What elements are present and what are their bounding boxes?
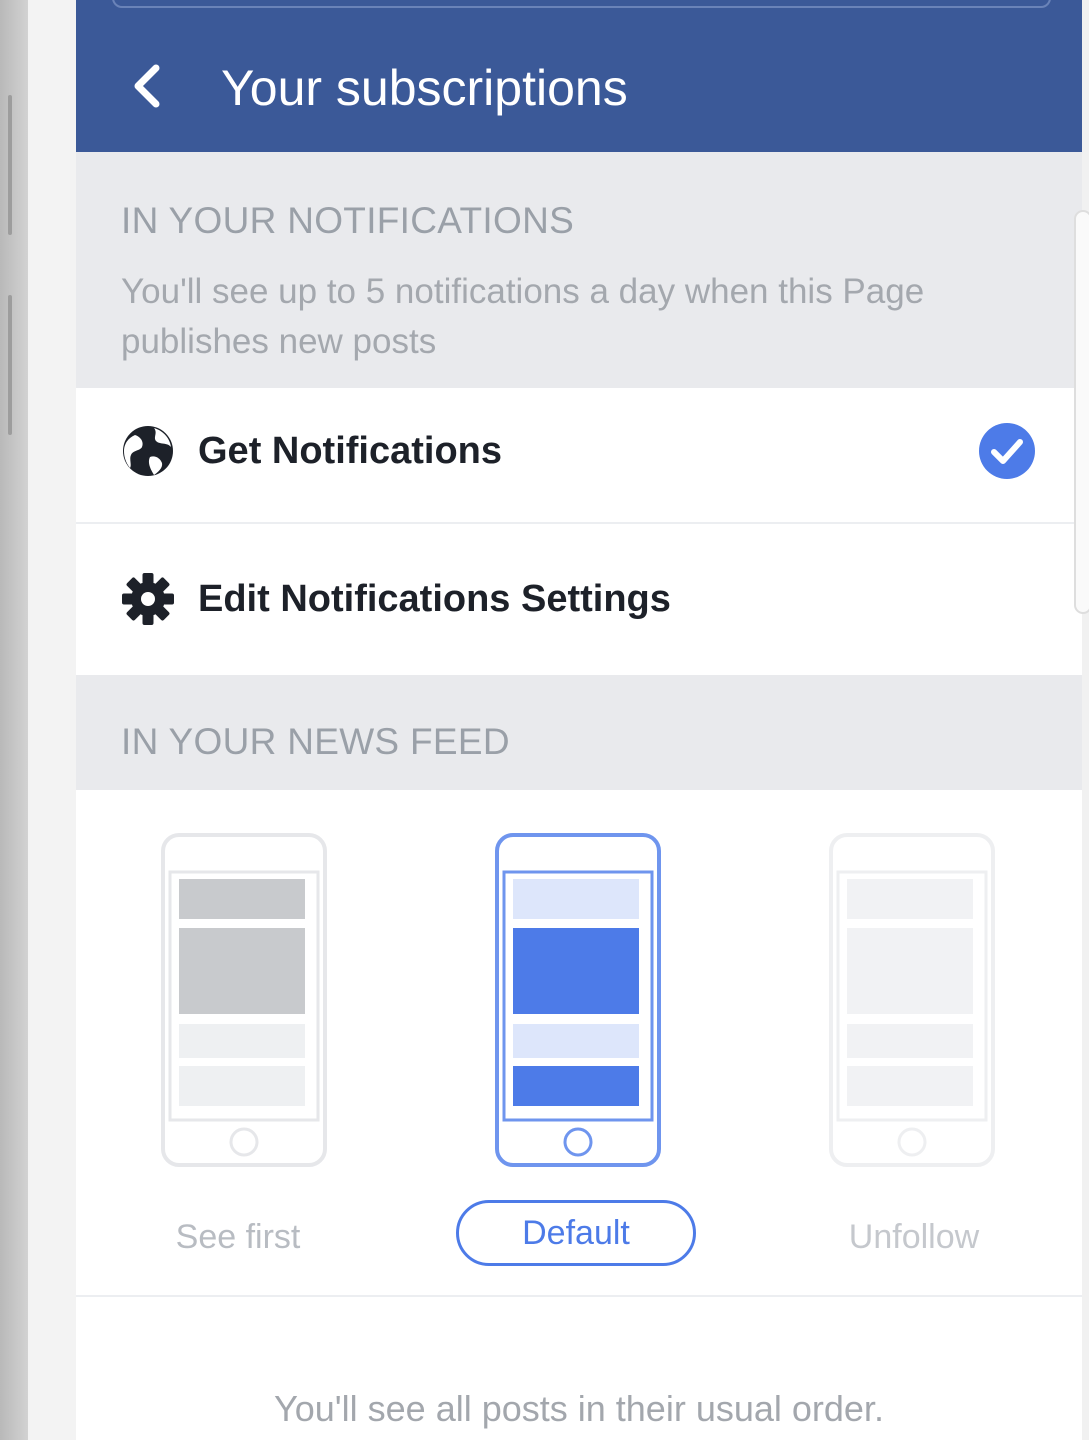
device-bezel-left xyxy=(0,0,28,1440)
option-unfollow[interactable]: Unfollow xyxy=(742,790,1082,1295)
edit-notifications-settings-label: Edit Notifications Settings xyxy=(198,578,671,620)
phone-default-icon xyxy=(495,833,661,1167)
notifications-section-label: IN YOUR NOTIFICATIONS xyxy=(121,200,575,241)
search-bar-edge xyxy=(112,0,1051,8)
notifications-section-description: You'll see up to 5 notifications a day w… xyxy=(121,272,925,361)
chevron-left-icon xyxy=(134,64,160,108)
edit-notifications-settings-row[interactable]: Edit Notifications Settings xyxy=(76,526,1082,660)
device-frame-right xyxy=(1074,0,1089,1440)
notifications-section-header: IN YOUR NOTIFICATIONS You'll see up to 5… xyxy=(76,152,1082,388)
page-title: Your subscriptions xyxy=(221,60,628,116)
device-power-button xyxy=(8,295,12,435)
get-notifications-label: Get Notifications xyxy=(198,430,503,472)
news-feed-section-header: IN YOUR NEWS FEED xyxy=(76,675,1082,790)
selected-option-description: You'll see all posts in their usual orde… xyxy=(274,1388,884,1429)
option-unfollow-label: Unfollow xyxy=(848,1218,980,1256)
option-see-first-label: See first xyxy=(175,1218,301,1256)
globe-icon xyxy=(123,426,173,476)
news-feed-section-label: IN YOUR NEWS FEED xyxy=(121,721,510,762)
app-screen: Your subscriptions IN YOUR NOTIFICATIONS… xyxy=(76,0,1082,1440)
app-header: Your subscriptions xyxy=(76,0,1082,152)
phone-see-first-icon xyxy=(161,833,327,1167)
divider xyxy=(76,1295,1082,1297)
default-selected-pill[interactable]: Default xyxy=(456,1200,696,1266)
gear-icon xyxy=(122,573,174,625)
edge-panel-handle[interactable] xyxy=(1074,210,1089,614)
option-default[interactable]: Default xyxy=(408,790,748,1295)
back-button[interactable] xyxy=(124,58,174,114)
device-frame xyxy=(28,0,76,1440)
get-notifications-row[interactable]: Get Notifications xyxy=(76,388,1082,524)
news-feed-options: See first Default Unfollow xyxy=(76,790,1082,1295)
check-circle-icon[interactable] xyxy=(978,422,1036,480)
device-volume-button xyxy=(8,95,12,235)
option-see-first[interactable]: See first xyxy=(76,790,414,1295)
phone-unfollow-icon xyxy=(829,833,995,1167)
